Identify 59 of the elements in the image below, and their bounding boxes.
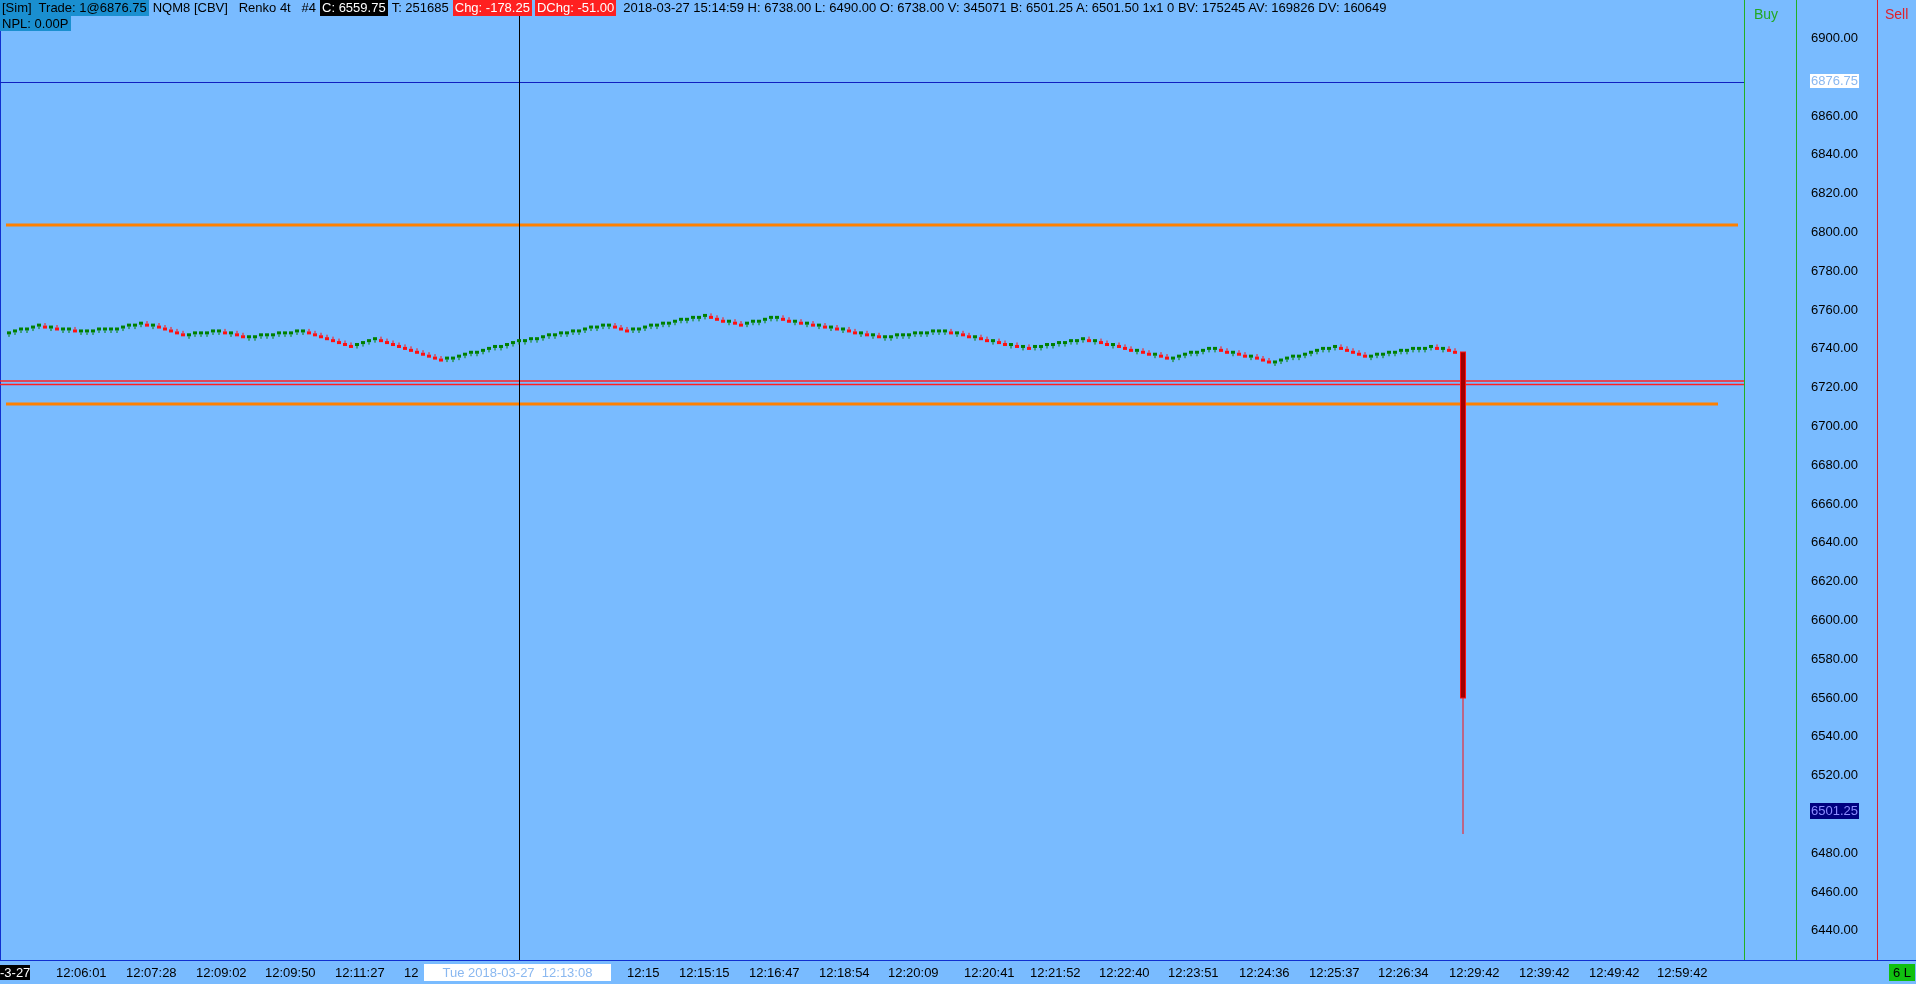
time-label: 12:49:42 bbox=[1589, 965, 1640, 980]
price-label: 6900.00 bbox=[1811, 31, 1858, 45]
time-label: 12:09:02 bbox=[196, 965, 247, 980]
time-label: 12:11:27 bbox=[335, 965, 385, 980]
time-label: 12:26:34 bbox=[1378, 965, 1429, 980]
buy-label[interactable]: Buy bbox=[1754, 4, 1779, 25]
date-label: -3-27 bbox=[0, 965, 31, 980]
quote-text: NQM8 [CBV] Renko 4t #4 bbox=[151, 0, 318, 16]
position-label: 6 L bbox=[1889, 964, 1916, 981]
time-label: 12:59:42 bbox=[1657, 965, 1708, 980]
price-label: 6860.00 bbox=[1811, 108, 1858, 123]
time-label: 12:23:51 bbox=[1168, 965, 1219, 980]
price-label: 6440.00 bbox=[1811, 923, 1858, 938]
time-label: 12:18:54 bbox=[819, 965, 870, 980]
time-label: 12:16:47 bbox=[749, 965, 800, 980]
price-label: 6600.00 bbox=[1811, 613, 1858, 627]
time-label: 12:15 bbox=[627, 965, 660, 980]
time-label: 12:06:01 bbox=[56, 965, 107, 980]
last-price-label: 6876.75 bbox=[1810, 74, 1859, 88]
price-label: 6540.00 bbox=[1811, 729, 1858, 744]
price-label: 6820.00 bbox=[1811, 186, 1858, 201]
price-label: 6560.00 bbox=[1811, 690, 1858, 705]
crosshair-time-label: Tue 2018-03-27 12:13:08 bbox=[424, 964, 611, 981]
price-label: 6760.00 bbox=[1811, 302, 1858, 317]
time-label: 12 bbox=[404, 965, 419, 980]
close-price-label: C: 6559.75 bbox=[320, 0, 388, 16]
price-label: 6660.00 bbox=[1811, 496, 1858, 511]
price-label: 6460.00 bbox=[1811, 884, 1858, 899]
price-label: 6520.00 bbox=[1811, 768, 1858, 783]
change-label: DChg: -51.00 bbox=[534, 0, 617, 16]
price-label: 6720.00 bbox=[1811, 380, 1858, 395]
time-label: 12:20:09 bbox=[888, 965, 939, 980]
price-label: 6480.00 bbox=[1811, 845, 1858, 860]
time-label: 12:22:40 bbox=[1099, 965, 1150, 980]
time-label: 12:21:52 bbox=[1030, 965, 1081, 980]
quote-text: T: 251685 bbox=[390, 0, 450, 16]
change-label: Chg: -178.25 bbox=[452, 0, 532, 16]
price-label: 6840.00 bbox=[1811, 147, 1858, 162]
price-label: 6740.00 bbox=[1811, 341, 1858, 356]
time-label: 12:15:15 bbox=[679, 965, 730, 980]
time-label: 12:09:50 bbox=[265, 965, 316, 980]
time-label: 12:07:28 bbox=[126, 965, 177, 980]
bid-price-label: 6501.25 bbox=[1810, 803, 1859, 819]
time-label: 12:20:41 bbox=[964, 965, 1015, 980]
price-label: 6580.00 bbox=[1811, 651, 1858, 666]
time-label: 12:39:42 bbox=[1519, 965, 1570, 980]
npl-label: NPL: 0.00P bbox=[0, 16, 71, 31]
trade-label: [Sim] Trade: 1@6876.75 bbox=[0, 0, 149, 16]
sell-label[interactable]: Sell bbox=[1885, 4, 1909, 25]
price-label: 6780.00 bbox=[1811, 263, 1858, 278]
price-label: 6700.00 bbox=[1811, 419, 1858, 433]
price-label: 6680.00 bbox=[1811, 457, 1858, 472]
price-label: 6800.00 bbox=[1811, 225, 1858, 239]
price-label: 6640.00 bbox=[1811, 535, 1858, 550]
price-label: 6620.00 bbox=[1811, 574, 1858, 589]
time-label: 12:25:37 bbox=[1309, 965, 1360, 980]
quote-text: 2018-03-27 15:14:59 H: 6738.00 L: 6490.00 O: 6738.00 V: 345071 B: 6501.25 A: 6501.50 1x1 0 BV: 175245 AV: 169826 DV: 160649 bbox=[622, 0, 1388, 16]
time-label: 12:24:36 bbox=[1239, 965, 1290, 980]
time-label: 12:29:42 bbox=[1449, 965, 1500, 980]
